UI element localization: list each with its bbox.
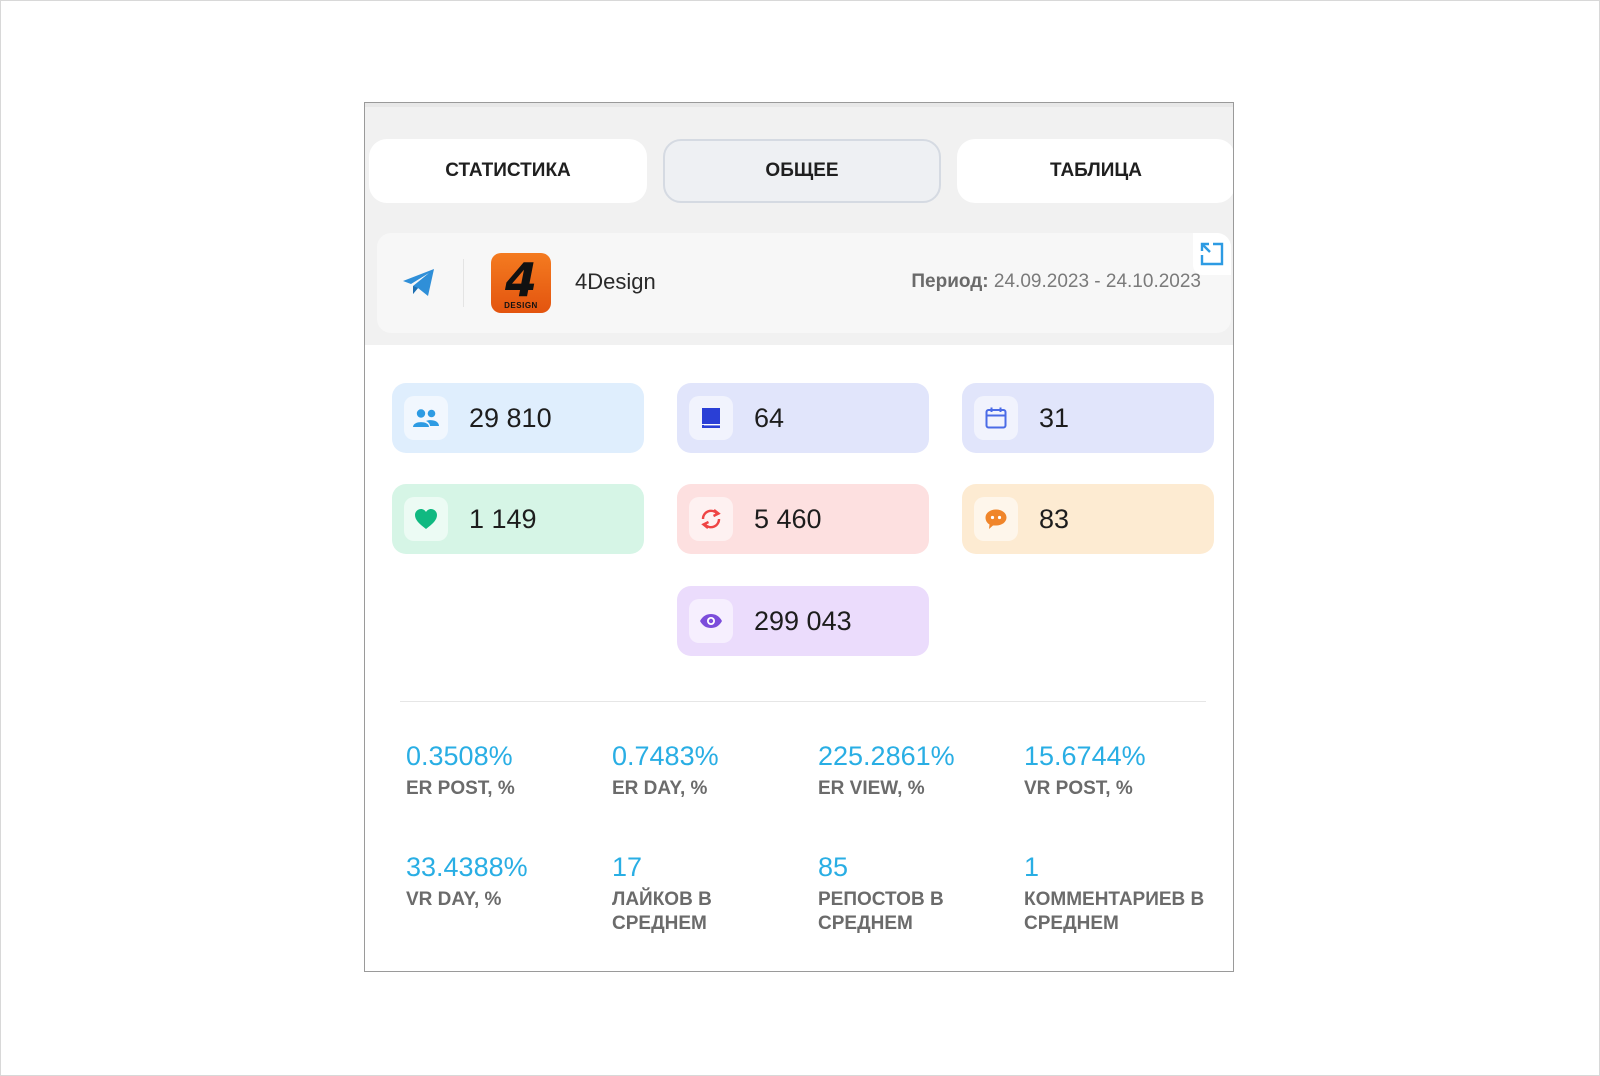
metric-er-day: 0.7483% ER DAY, % — [612, 741, 719, 799]
metric-er-view: 225.2861% ER VIEW, % — [818, 741, 955, 799]
heart-icon — [415, 509, 437, 529]
metric-vr-post: 15.6744% VR POST, % — [1024, 741, 1146, 799]
channel-avatar: 4 DESIGN — [491, 253, 551, 313]
tab-bar: СТАТИСТИКА ОБЩЕЕ ТАБЛИЦА — [365, 103, 1233, 225]
tab-general[interactable]: ОБЩЕЕ — [663, 139, 941, 203]
statistics-panel: СТАТИСТИКА ОБЩЕЕ ТАБЛИЦА 4 DESIGN 4Desig… — [364, 102, 1234, 972]
users-icon — [413, 409, 439, 427]
repost-icon — [701, 509, 721, 529]
likes-value: 1 149 — [469, 504, 537, 534]
metric-vr-day: 33.4388% VR DAY, % — [406, 852, 528, 910]
channel-name[interactable]: 4Design — [575, 269, 656, 295]
header-divider — [463, 259, 464, 307]
comments-value: 83 — [1039, 504, 1070, 534]
period-value: 24.09.2023 - 24.10.2023 — [993, 271, 1201, 292]
metric-avg-reposts: 85 РЕПОСТОВ В СРЕДНЕМ — [818, 852, 944, 934]
expand-icon — [1200, 242, 1224, 266]
stat-comments: 83 — [962, 484, 1214, 554]
posts-value: 64 — [754, 403, 785, 433]
book-icon — [702, 408, 720, 428]
expand-button[interactable] — [1193, 233, 1231, 275]
tab-statistics[interactable]: СТАТИСТИКА — [369, 139, 647, 203]
eye-icon — [700, 614, 722, 628]
section-divider — [400, 701, 1206, 702]
views-value: 299 043 — [754, 606, 852, 636]
period-label: Период: — [911, 271, 989, 292]
telegram-icon — [403, 269, 434, 296]
channel-header: 4 DESIGN 4Design Период: 24.09.2023 - 24… — [365, 225, 1233, 345]
metric-avg-comments: 1 КОММЕНТАРИЕВ В СРЕДНЕМ — [1024, 852, 1205, 934]
stat-subscribers: 29 810 — [392, 383, 644, 453]
stat-likes: 1 149 — [392, 484, 644, 554]
stat-views: 299 043 — [677, 586, 929, 656]
stat-reposts: 5 460 — [677, 484, 929, 554]
metric-avg-likes: 17 ЛАЙКОВ В СРЕДНЕМ — [612, 852, 712, 934]
stat-days: 31 — [962, 383, 1214, 453]
subscribers-value: 29 810 — [469, 403, 552, 433]
channel-card: 4 DESIGN 4Design Период: 24.09.2023 - 24… — [377, 233, 1231, 333]
comment-icon — [985, 509, 1007, 529]
metric-er-post: 0.3508% ER POST, % — [406, 741, 515, 799]
stat-posts: 64 — [677, 383, 929, 453]
reposts-value: 5 460 — [754, 504, 822, 534]
calendar-icon — [985, 407, 1007, 429]
tab-table[interactable]: ТАБЛИЦА — [957, 139, 1233, 203]
period-range: Период: 24.09.2023 - 24.10.2023 — [911, 271, 1201, 293]
days-value: 31 — [1039, 403, 1070, 433]
